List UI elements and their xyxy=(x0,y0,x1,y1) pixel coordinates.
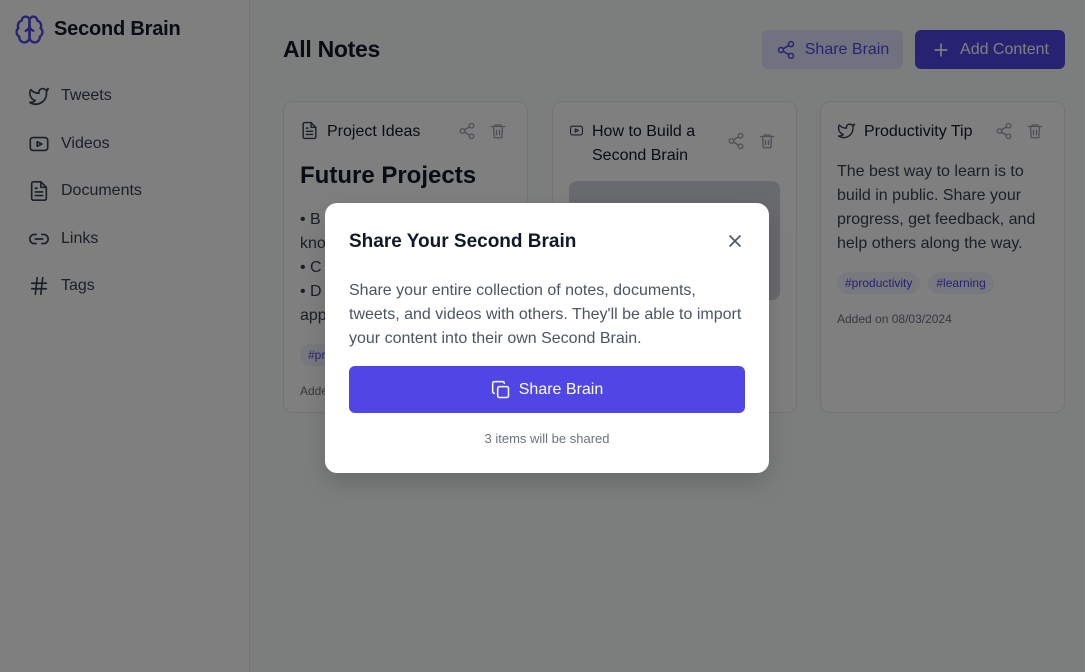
share-brain-confirm-button[interactable]: Share Brain xyxy=(349,366,745,413)
copy-icon xyxy=(491,380,509,398)
modal-title: Share Your Second Brain xyxy=(349,231,577,252)
share-count-text: 3 items will be shared xyxy=(484,431,610,446)
modal-description: Share your entire collection of notes, d… xyxy=(349,282,742,347)
share-brain-confirm-label: Share Brain xyxy=(518,380,604,398)
share-modal: Share Your Second Brain Share your entir… xyxy=(325,203,769,473)
close-icon[interactable] xyxy=(725,231,745,251)
